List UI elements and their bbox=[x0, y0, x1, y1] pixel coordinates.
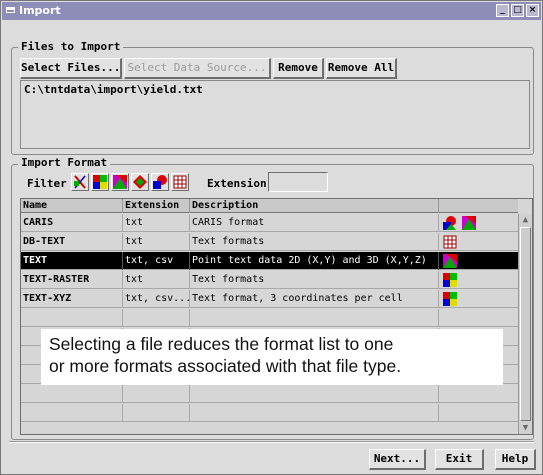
empty-cell bbox=[190, 385, 439, 403]
empty-cell bbox=[21, 309, 123, 327]
column-extension[interactable]: Extension bbox=[123, 199, 190, 213]
cad-icon[interactable] bbox=[151, 173, 169, 191]
scrollbar-thumb[interactable] bbox=[520, 227, 531, 421]
empty-cell bbox=[123, 309, 190, 327]
shape-icon bbox=[443, 216, 457, 230]
row-name: TEXT-RASTER bbox=[21, 271, 123, 289]
select-files-button[interactable]: Select Files... bbox=[20, 58, 122, 79]
minimize-button[interactable]: _ bbox=[496, 4, 509, 17]
row-description: Text formats bbox=[190, 233, 439, 251]
row-description: Text formats bbox=[190, 271, 439, 289]
vector-icon[interactable] bbox=[111, 173, 129, 191]
raster-icon bbox=[443, 273, 457, 287]
vertical-scrollbar[interactable]: ▲ ▼ bbox=[518, 214, 532, 434]
empty-cell bbox=[190, 309, 439, 327]
remove-button[interactable]: Remove bbox=[273, 58, 324, 79]
maximize-button[interactable]: □ bbox=[511, 4, 524, 17]
empty-row bbox=[21, 404, 518, 422]
raster-icon bbox=[443, 292, 457, 306]
callout-annotation: Selecting a file reduces the format list… bbox=[41, 329, 503, 385]
table-row[interactable]: DB-TEXT txt Text formats bbox=[21, 233, 518, 251]
close-button[interactable]: × bbox=[526, 4, 539, 17]
exit-button[interactable]: Exit bbox=[435, 449, 484, 470]
row-description: Point text data 2D (X,Y) and 3D (X,Y,Z) bbox=[190, 252, 439, 270]
row-name: TEXT bbox=[21, 252, 123, 270]
file-path[interactable]: C:\tntdata\import\yield.txt bbox=[24, 83, 526, 96]
row-name: TEXT-XYZ bbox=[21, 290, 123, 308]
database-icon bbox=[443, 235, 457, 249]
empty-row bbox=[21, 309, 518, 327]
remove-all-button[interactable]: Remove All bbox=[326, 58, 397, 79]
file-list[interactable]: C:\tntdata\import\yield.txt bbox=[20, 80, 530, 149]
empty-cell bbox=[21, 404, 123, 422]
filter-label: Filter bbox=[27, 177, 67, 190]
system-menu-icon[interactable] bbox=[6, 7, 15, 13]
raster-icon[interactable] bbox=[91, 173, 109, 191]
vector-icon bbox=[462, 216, 476, 230]
empty-cell bbox=[123, 385, 190, 403]
title-bar[interactable]: Import _ □ × bbox=[2, 2, 541, 20]
help-button[interactable]: Help bbox=[495, 449, 536, 470]
column-name[interactable]: Name bbox=[21, 199, 123, 213]
empty-cell bbox=[123, 404, 190, 422]
empty-cell bbox=[190, 404, 439, 422]
empty-cell bbox=[21, 385, 123, 403]
row-extension: txt, csv bbox=[123, 252, 190, 270]
import-format-label: Import Format bbox=[18, 156, 111, 169]
select-data-source-button[interactable]: Select Data Source... bbox=[124, 58, 271, 79]
callout-line-2: or more formats associated with that fil… bbox=[49, 356, 402, 376]
files-group-label: Files to Import bbox=[18, 40, 124, 53]
table-row[interactable]: TEXT-RASTER txt Text formats bbox=[21, 271, 518, 289]
callout-line-1: Selecting a file reduces the format list… bbox=[49, 334, 394, 354]
table-row[interactable]: CARIS txt CARIS format bbox=[21, 214, 518, 232]
row-name: CARIS bbox=[21, 214, 123, 232]
table-header: Name Extension Description bbox=[21, 199, 518, 213]
all-types-icon[interactable] bbox=[71, 173, 89, 191]
scroll-down-icon[interactable]: ▼ bbox=[520, 422, 531, 434]
shape-icon[interactable] bbox=[131, 173, 149, 191]
table-row-selected[interactable]: TEXT txt, csv Point text data 2D (X,Y) a… bbox=[21, 252, 518, 270]
window-title: Import bbox=[19, 4, 61, 17]
vector-icon bbox=[443, 254, 457, 268]
row-name: DB-TEXT bbox=[21, 233, 123, 251]
import-window: Import _ □ × Files to Import Select File… bbox=[0, 0, 543, 475]
format-table: Name Extension Description CARIS txt CAR… bbox=[20, 198, 533, 435]
row-extension: txt bbox=[123, 271, 190, 289]
next-button[interactable]: Next... bbox=[369, 449, 426, 470]
extension-input[interactable] bbox=[268, 172, 328, 192]
row-description: Text format, 3 coordinates per cell bbox=[190, 290, 439, 308]
empty-row bbox=[21, 385, 518, 403]
row-extension: txt bbox=[123, 214, 190, 232]
scroll-up-icon[interactable]: ▲ bbox=[520, 214, 531, 226]
row-extension: txt bbox=[123, 233, 190, 251]
row-extension: txt, csv... bbox=[123, 290, 190, 308]
table-row[interactable]: TEXT-XYZ txt, csv... Text format, 3 coor… bbox=[21, 290, 518, 308]
footer-separator bbox=[9, 441, 534, 443]
row-description: CARIS format bbox=[190, 214, 439, 232]
column-description[interactable]: Description bbox=[190, 199, 439, 213]
database-icon[interactable] bbox=[171, 173, 189, 191]
extension-label: Extension bbox=[207, 177, 267, 190]
